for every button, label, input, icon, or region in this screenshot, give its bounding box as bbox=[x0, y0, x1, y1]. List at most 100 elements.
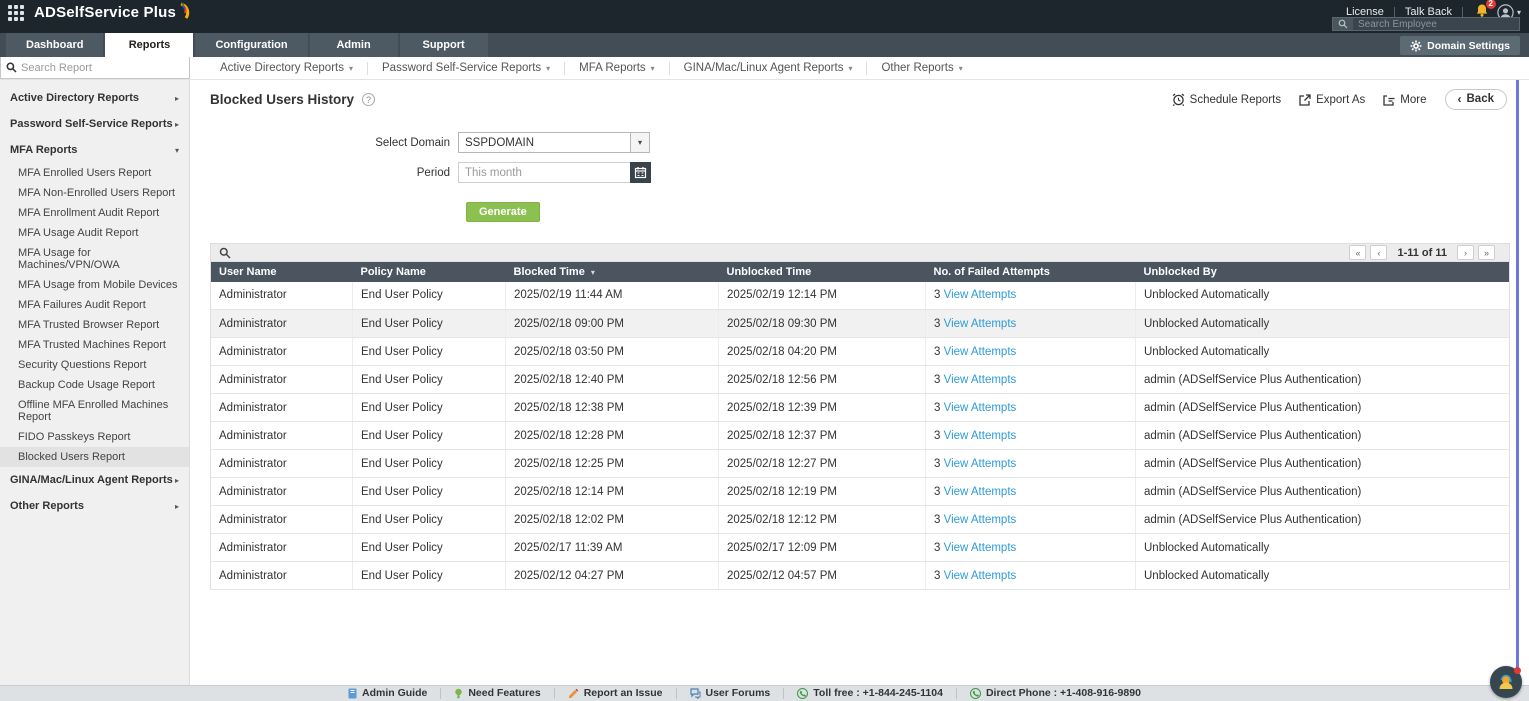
view-attempts-link[interactable]: View Attempts bbox=[944, 542, 1017, 554]
report-menu-item[interactable]: Other Reports bbox=[867, 62, 976, 75]
main-content: Blocked Users History ? Schedule Reports bbox=[190, 80, 1529, 701]
generate-button[interactable]: Generate bbox=[466, 202, 540, 222]
column-header[interactable]: Policy Name bbox=[352, 261, 506, 282]
view-attempts-link[interactable]: View Attempts bbox=[944, 514, 1017, 526]
column-header[interactable]: Unblocked By bbox=[1135, 261, 1510, 282]
report-menu-item[interactable]: Active Directory Reports bbox=[206, 61, 368, 75]
view-attempts-link[interactable]: View Attempts bbox=[944, 289, 1017, 301]
cell-failed-attempts: 3 View Attempts bbox=[925, 477, 1136, 506]
attempts-count: 3 bbox=[934, 401, 941, 414]
tab-reports[interactable]: Reports bbox=[105, 33, 194, 57]
cell-unblocked-by: admin (ADSelfService Plus Authentication… bbox=[1135, 393, 1510, 422]
support-chatbot-button[interactable] bbox=[1490, 666, 1522, 698]
expand-arrow-icon: ▸ bbox=[174, 475, 179, 485]
sidebar-item[interactable]: MFA Usage for Machines/VPN/OWA bbox=[0, 243, 189, 275]
attempts-count: 3 bbox=[934, 485, 941, 498]
attempts-count: 3 bbox=[934, 345, 941, 358]
sidebar-item[interactable]: Active Directory Reports ▸ bbox=[0, 85, 189, 111]
sidebar-item[interactable]: MFA Trusted Browser Report bbox=[0, 315, 189, 335]
sidebar-item[interactable]: MFA Enrollment Audit Report bbox=[0, 203, 189, 223]
search-report-input[interactable] bbox=[21, 61, 184, 74]
report-search bbox=[0, 57, 190, 79]
back-button[interactable]: ‹ Back bbox=[1444, 89, 1507, 110]
need-features-link[interactable]: Need Features bbox=[441, 688, 555, 699]
user-forums-link[interactable]: User Forums bbox=[677, 688, 785, 699]
search-icon[interactable] bbox=[1333, 18, 1353, 30]
sidebar-item[interactable]: MFA Usage Audit Report bbox=[0, 223, 189, 243]
export-as-button[interactable]: Export As bbox=[1299, 94, 1365, 106]
period-input[interactable] bbox=[458, 162, 630, 183]
toll-free-link[interactable]: Toll free : +1-844-245-1104 bbox=[784, 688, 957, 699]
view-attempts-link[interactable]: View Attempts bbox=[944, 570, 1017, 582]
view-attempts-link[interactable]: View Attempts bbox=[944, 346, 1017, 358]
column-header[interactable]: No. of Failed Attempts bbox=[925, 261, 1136, 282]
view-attempts-link[interactable]: View Attempts bbox=[944, 430, 1017, 442]
table-search-icon[interactable] bbox=[219, 247, 231, 259]
report-menu-item[interactable]: MFA Reports bbox=[565, 61, 670, 75]
domain-settings-button[interactable]: Domain Settings bbox=[1400, 36, 1520, 55]
sidebar-item[interactable]: Password Self-Service Reports ▸ bbox=[0, 111, 189, 137]
cell-policy-name: End User Policy bbox=[352, 365, 506, 394]
search-employee-input[interactable] bbox=[1353, 18, 1519, 30]
schedule-reports-button[interactable]: Schedule Reports bbox=[1172, 93, 1281, 106]
first-page-button[interactable]: « bbox=[1349, 245, 1367, 260]
cell-policy-name: End User Policy bbox=[352, 337, 506, 366]
sidebar-item[interactable]: Backup Code Usage Report bbox=[0, 375, 189, 395]
direct-phone-link[interactable]: Direct Phone : +1-408-916-9890 bbox=[957, 688, 1154, 699]
domain-select[interactable]: SSPDOMAIN ▾ bbox=[458, 132, 650, 153]
cell-blocked-time: 2025/02/18 12:28 PM bbox=[505, 421, 719, 450]
cell-unblocked-by: admin (ADSelfService Plus Authentication… bbox=[1135, 477, 1510, 506]
cell-unblocked-by: admin (ADSelfService Plus Authentication… bbox=[1135, 449, 1510, 478]
table-row: Administrator End User Policy 2025/02/18… bbox=[210, 449, 1510, 478]
cell-user-name: Administrator bbox=[210, 309, 353, 338]
cell-unblocked-by: Unblocked Automatically bbox=[1135, 561, 1510, 590]
last-page-button[interactable]: » bbox=[1478, 245, 1495, 260]
employee-search bbox=[1332, 17, 1520, 31]
sidebar-item[interactable]: GINA/Mac/Linux Agent Reports ▸ bbox=[0, 467, 189, 493]
sidebar-item[interactable]: MFA Non-Enrolled Users Report bbox=[0, 183, 189, 203]
table-row: Administrator End User Policy 2025/02/17… bbox=[210, 533, 1510, 562]
sidebar-item[interactable]: MFA Enrolled Users Report bbox=[0, 163, 189, 183]
view-attempts-link[interactable]: View Attempts bbox=[944, 486, 1017, 498]
report-criteria-form: Select Domain SSPDOMAIN ▾ Period This mo… bbox=[190, 132, 1529, 222]
view-attempts-link[interactable]: View Attempts bbox=[944, 318, 1017, 330]
tab-admin[interactable]: Admin bbox=[309, 33, 398, 57]
prev-page-button[interactable]: ‹ bbox=[1370, 245, 1388, 260]
next-page-button[interactable]: › bbox=[1457, 245, 1474, 260]
admin-guide-link[interactable]: Admin Guide bbox=[335, 688, 442, 699]
tab-configuration[interactable]: Configuration bbox=[195, 33, 308, 57]
period-label: Period bbox=[416, 166, 450, 179]
sidebar-item[interactable]: FIDO Passkeys Report bbox=[0, 427, 189, 447]
view-attempts-link[interactable]: View Attempts bbox=[944, 374, 1017, 386]
cell-user-name: Administrator bbox=[210, 421, 353, 450]
phone-icon bbox=[969, 688, 981, 699]
sidebar-item[interactable]: MFA Usage from Mobile Devices bbox=[0, 275, 189, 295]
phone-icon bbox=[797, 688, 809, 699]
brand-text: ADSelfService Plus bbox=[34, 4, 176, 21]
cell-unblocked-by: admin (ADSelfService Plus Authentication… bbox=[1135, 365, 1510, 394]
view-attempts-link[interactable]: View Attempts bbox=[944, 458, 1017, 470]
report-issue-link[interactable]: Report an Issue bbox=[555, 688, 677, 699]
column-header[interactable]: Blocked Time bbox=[505, 261, 719, 282]
calendar-icon[interactable] bbox=[630, 162, 651, 183]
sidebar-item[interactable]: Blocked Users Report bbox=[0, 447, 189, 467]
cell-blocked-time: 2025/02/18 12:40 PM bbox=[505, 365, 719, 394]
sidebar-item[interactable]: MFA Trusted Machines Report bbox=[0, 335, 189, 355]
sidebar-item[interactable]: MFA Failures Audit Report bbox=[0, 295, 189, 315]
help-icon[interactable]: ? bbox=[362, 93, 376, 106]
more-button[interactable]: More bbox=[1383, 94, 1427, 106]
tab-dashboard[interactable]: Dashboard bbox=[6, 33, 104, 57]
report-table-section: « ‹ 1-11 of 11 › » User Name Policy Name… bbox=[210, 243, 1510, 590]
cell-blocked-time: 2025/02/18 09:00 PM bbox=[505, 309, 719, 338]
sidebar-item[interactable]: Offline MFA Enrolled Machines Report bbox=[0, 395, 189, 427]
tab-support[interactable]: Support bbox=[399, 33, 488, 57]
apps-grid-icon[interactable] bbox=[8, 4, 24, 21]
sidebar-item[interactable]: Security Questions Report bbox=[0, 355, 189, 375]
sidebar-item[interactable]: Other Reports ▸ bbox=[0, 493, 189, 519]
column-header[interactable]: Unblocked Time bbox=[718, 261, 926, 282]
column-header[interactable]: User Name bbox=[210, 261, 353, 282]
view-attempts-link[interactable]: View Attempts bbox=[944, 402, 1017, 414]
report-menu-item[interactable]: GINA/Mac/Linux Agent Reports bbox=[670, 61, 868, 75]
report-menu-item[interactable]: Password Self-Service Reports bbox=[368, 61, 566, 75]
sidebar-item[interactable]: MFA Reports ▾ bbox=[0, 137, 189, 163]
